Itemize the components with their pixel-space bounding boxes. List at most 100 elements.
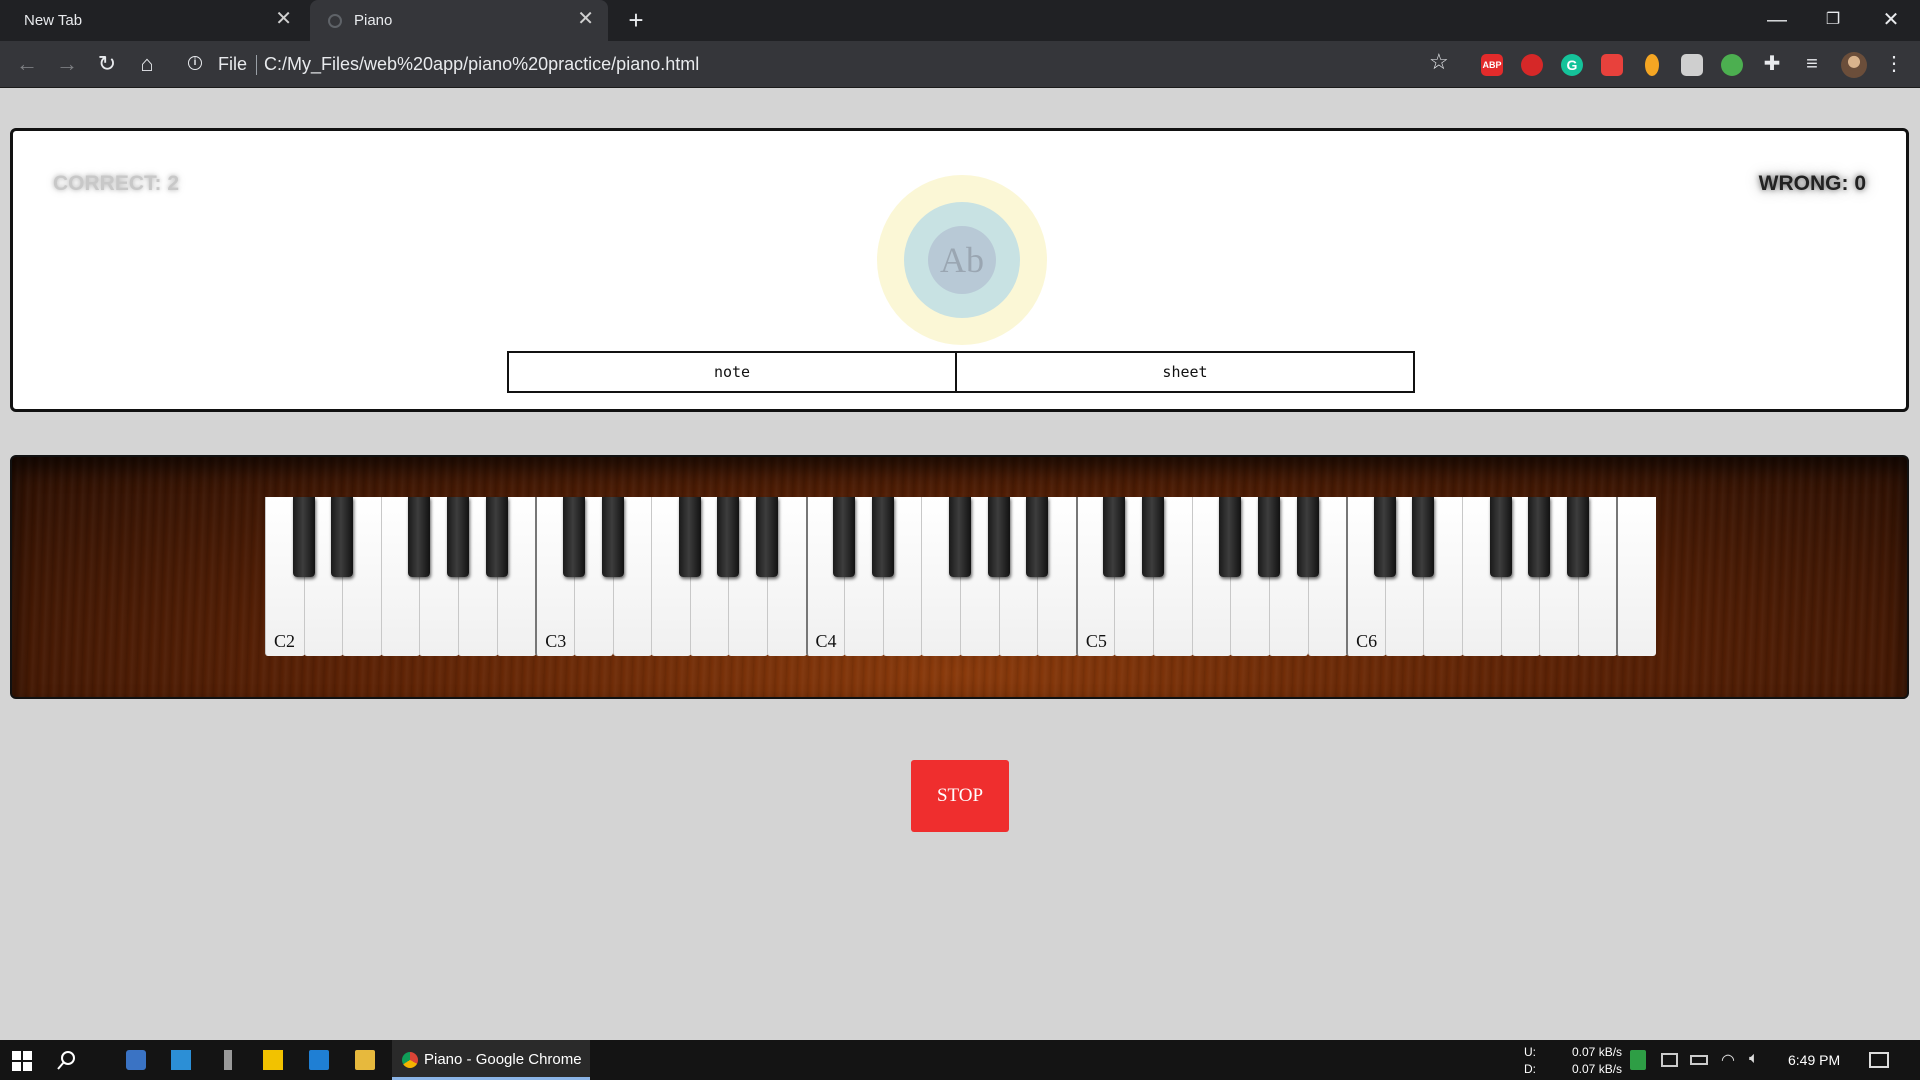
octave-label: C5	[1085, 631, 1107, 651]
black-key-f-sharp3[interactable]	[678, 497, 701, 577]
black-key-g-sharp4[interactable]	[987, 497, 1010, 577]
black-key-f-sharp2[interactable]	[408, 497, 431, 577]
url-text[interactable]: C:/My_Files/web%20app/piano%20practice/p…	[264, 54, 699, 75]
bookmark-star-icon[interactable]: ☆	[1429, 49, 1449, 75]
tray-display-icon[interactable]	[1661, 1053, 1678, 1067]
home-icon[interactable]: ⌂	[132, 49, 162, 79]
info-icon[interactable]: i	[188, 56, 202, 70]
black-key-f-sharp6[interactable]	[1489, 497, 1512, 577]
address-bar[interactable]: i File C:/My_Files/web%20app/piano%20pra…	[178, 47, 1448, 81]
note-display: Ab	[877, 175, 1047, 345]
chrome-icon	[402, 1052, 418, 1068]
divider	[256, 55, 257, 75]
mode-tabs: note sheet	[507, 351, 1415, 393]
upload-speed: 0.07 kB/s	[1572, 1045, 1623, 1059]
black-key-g-sharp3[interactable]	[717, 497, 740, 577]
tab-strip: New Tab ✕ Piano ✕ + — ❐ ✕	[0, 0, 1920, 41]
stop-button[interactable]: STOP	[911, 760, 1009, 832]
clock[interactable]: 6:49 PM	[1788, 1052, 1840, 1068]
grammarly-icon[interactable]: G	[1561, 54, 1583, 76]
upload-label: U:	[1524, 1045, 1536, 1059]
mail-icon[interactable]	[309, 1050, 329, 1070]
volume-icon[interactable]: 🔈︎	[1749, 1050, 1769, 1070]
tray-app-icon[interactable]	[1630, 1050, 1646, 1070]
scheme-label: File	[218, 54, 248, 74]
hand-stop-icon[interactable]	[1521, 54, 1543, 76]
piano-keyboard: C2 C3 C4 C5 C6	[265, 497, 1656, 656]
black-key-d-sharp6[interactable]	[1412, 497, 1435, 577]
close-icon[interactable]: ✕	[275, 9, 292, 29]
download-label: D:	[1524, 1062, 1536, 1076]
bulb-icon[interactable]	[1645, 54, 1659, 76]
tab-piano[interactable]: Piano ✕	[310, 0, 608, 41]
windows-start-icon[interactable]	[12, 1051, 32, 1071]
octave-label: C4	[815, 631, 837, 651]
tab-note[interactable]: note	[509, 353, 957, 391]
black-key-f-sharp4[interactable]	[949, 497, 971, 577]
black-key-a-sharp5[interactable]	[1296, 497, 1319, 577]
forward-arrow-icon[interactable]: →	[52, 49, 82, 79]
sticky-notes-icon[interactable]	[263, 1050, 283, 1070]
media-queue-icon[interactable]: ≡	[1797, 49, 1827, 79]
black-key-f-sharp5[interactable]	[1219, 497, 1242, 577]
tab-label: Piano	[354, 12, 393, 29]
octave-label: C3	[545, 631, 567, 651]
tab-sheet[interactable]: sheet	[957, 353, 1413, 391]
new-tab-plus-icon[interactable]: +	[622, 6, 650, 34]
tab-new-tab[interactable]: New Tab ✕	[0, 0, 306, 41]
black-key-c-sharp5[interactable]	[1103, 497, 1126, 577]
octave-label: C6	[1356, 631, 1378, 651]
app-icon[interactable]	[126, 1050, 146, 1070]
white-key-c7[interactable]	[1616, 497, 1656, 656]
black-key-d-sharp2[interactable]	[331, 497, 354, 577]
page-favicon-icon	[328, 14, 342, 28]
adblock-plus-icon[interactable]: ABP	[1481, 54, 1503, 76]
octave-label: C2	[274, 631, 296, 651]
tab-label: New Tab	[24, 12, 83, 29]
black-key-c-sharp4[interactable]	[833, 497, 856, 577]
shield-icon[interactable]	[1681, 54, 1703, 76]
taskbar: Piano - Google Chrome U: D: 0.07 kB/s 0.…	[0, 1040, 1920, 1080]
black-key-c-sharp2[interactable]	[292, 497, 315, 577]
correct-count: CORRECT: 2	[53, 172, 180, 195]
browser-toolbar: ← → ↻ ⌂ i File C:/My_Files/web%20app/pia…	[0, 41, 1920, 88]
battery-icon[interactable]	[1690, 1055, 1708, 1065]
black-key-g-sharp2[interactable]	[447, 497, 470, 577]
black-key-d-sharp3[interactable]	[601, 497, 624, 577]
black-key-c-sharp3[interactable]	[562, 497, 585, 577]
black-key-g-sharp5[interactable]	[1257, 497, 1280, 577]
taskbar-chrome-item[interactable]: Piano - Google Chrome	[392, 1040, 590, 1080]
black-key-g-sharp6[interactable]	[1528, 497, 1551, 577]
restore-icon[interactable]: ❐	[1808, 4, 1858, 36]
window-close-icon[interactable]: ✕	[1866, 4, 1916, 36]
app-icon[interactable]	[224, 1050, 232, 1070]
black-key-a-sharp2[interactable]	[485, 497, 508, 577]
note-ring: Ab	[904, 202, 1020, 318]
stack-icon[interactable]	[1601, 54, 1623, 76]
search-icon[interactable]	[57, 1050, 77, 1070]
app-icon[interactable]	[171, 1050, 191, 1070]
menu-dots-icon[interactable]: ⋮	[1879, 49, 1909, 79]
wifi-icon[interactable]: ◠	[1721, 1050, 1741, 1070]
download-speed: 0.07 kB/s	[1572, 1062, 1623, 1076]
black-key-a-sharp3[interactable]	[755, 497, 778, 577]
current-note: Ab	[940, 240, 984, 280]
note-core: Ab	[928, 226, 996, 294]
notifications-icon[interactable]	[1869, 1052, 1889, 1068]
colorful-ext-icon[interactable]	[1721, 54, 1743, 76]
minimize-icon[interactable]: —	[1752, 4, 1802, 36]
score-panel: CORRECT: 2 WRONG: 0 Ab note sheet	[10, 128, 1909, 412]
black-key-d-sharp4[interactable]	[871, 497, 894, 577]
wrong-count: WRONG: 0	[1758, 172, 1866, 195]
black-key-a-sharp6[interactable]	[1566, 497, 1589, 577]
profile-avatar[interactable]	[1841, 52, 1867, 78]
taskbar-app-label: Piano - Google Chrome	[424, 1051, 582, 1068]
black-key-c-sharp6[interactable]	[1373, 497, 1396, 577]
puzzle-extensions-icon[interactable]: ✚	[1757, 49, 1787, 79]
back-arrow-icon[interactable]: ←	[12, 49, 42, 79]
file-explorer-icon[interactable]	[355, 1050, 375, 1070]
black-key-d-sharp5[interactable]	[1142, 497, 1165, 577]
close-icon[interactable]: ✕	[577, 9, 594, 29]
black-key-a-sharp4[interactable]	[1026, 497, 1049, 577]
reload-icon[interactable]: ↻	[92, 49, 122, 79]
